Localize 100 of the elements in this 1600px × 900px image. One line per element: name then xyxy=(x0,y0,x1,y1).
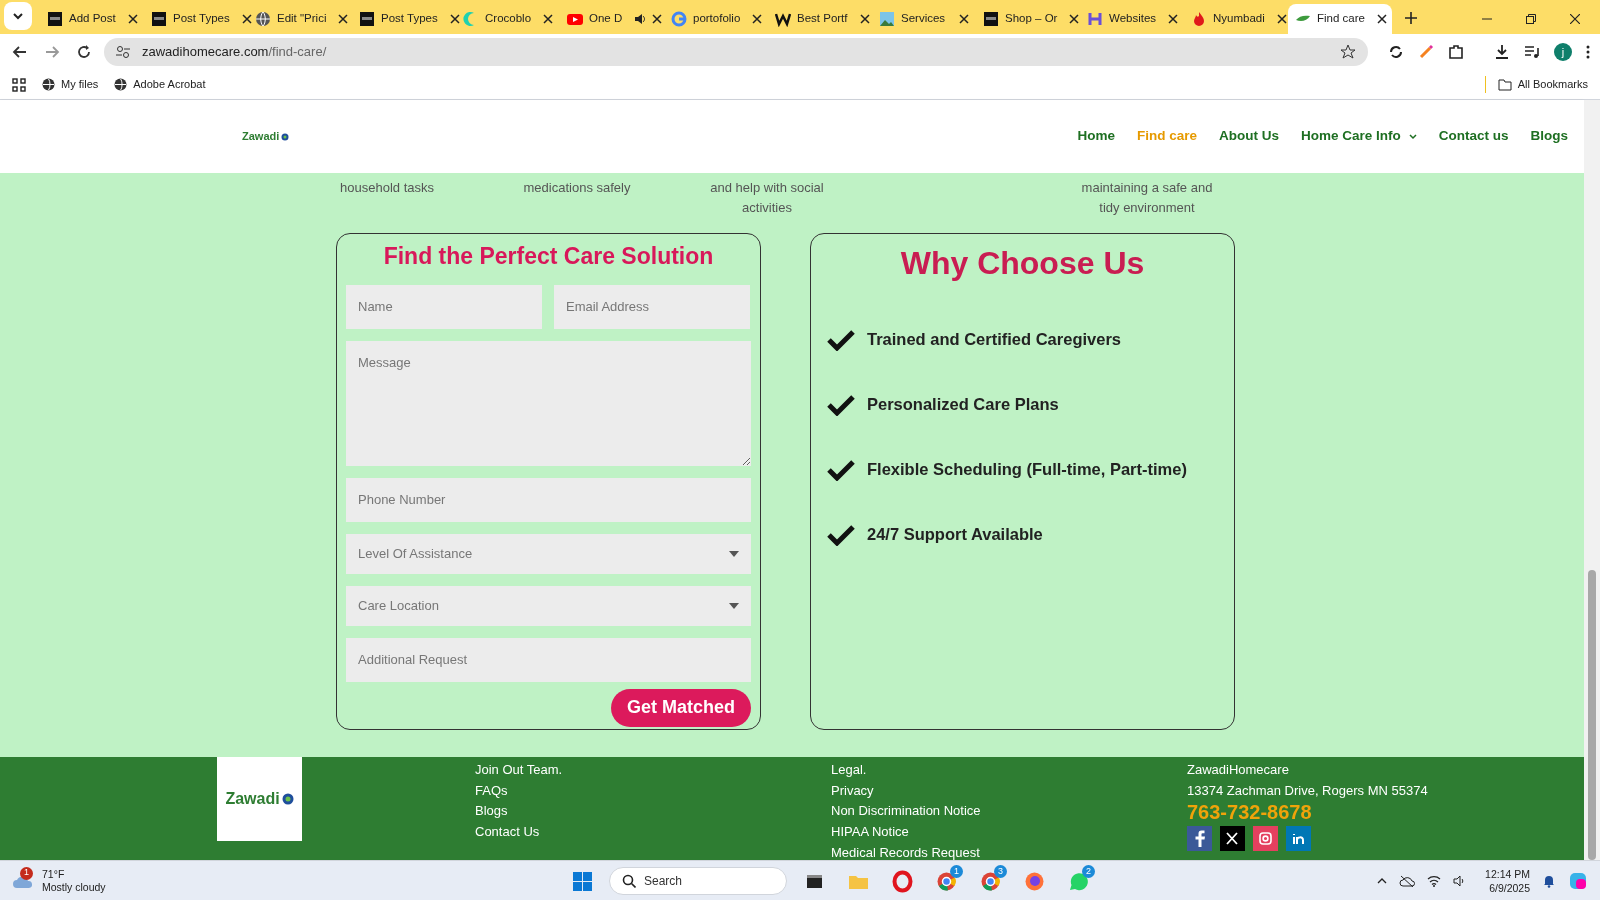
wifi-icon[interactable] xyxy=(1427,874,1442,887)
check-icon xyxy=(827,523,855,546)
taskbar-app[interactable]: 1 xyxy=(929,865,963,897)
input-field[interactable]: Email Address xyxy=(554,284,750,329)
close-icon[interactable] xyxy=(543,14,554,24)
profile-avatar[interactable]: j xyxy=(1554,43,1572,61)
chevron-up-icon[interactable] xyxy=(1377,877,1388,884)
notification-badge: 1 xyxy=(20,866,33,880)
nav-link[interactable]: Home xyxy=(1077,126,1115,147)
message-field[interactable]: Message xyxy=(346,340,751,466)
close-icon[interactable] xyxy=(1276,14,1287,24)
footer-link[interactable]: Medical Records Request xyxy=(831,842,1187,864)
nav-link[interactable]: Contact us xyxy=(1438,126,1509,147)
x-button[interactable] xyxy=(1220,826,1245,852)
check-icon xyxy=(827,328,855,351)
facebook-button[interactable] xyxy=(1187,826,1212,852)
copilot-icon[interactable] xyxy=(1568,870,1588,891)
footer-link[interactable]: HIPAA Notice xyxy=(831,822,1187,843)
more-icon[interactable] xyxy=(1586,44,1590,60)
browser-tab[interactable]: Services xyxy=(872,4,976,34)
service-description: medications safely xyxy=(522,179,632,197)
browser-tab[interactable]: portofolio xyxy=(664,4,768,34)
browser-tab[interactable]: Crocoblo xyxy=(456,4,560,34)
browser-tab[interactable]: One D xyxy=(560,4,664,34)
back-icon[interactable] xyxy=(12,44,28,60)
folder-icon xyxy=(1497,78,1512,91)
nav-link[interactable]: About Us xyxy=(1218,126,1279,147)
browser-tab[interactable]: Nyumbadi xyxy=(1184,4,1288,34)
input-field[interactable]: Name xyxy=(346,284,542,329)
extensions-icon[interactable] xyxy=(1448,44,1464,60)
browser-tab[interactable]: Find care xyxy=(1288,4,1392,34)
scrollbar[interactable] xyxy=(1584,100,1600,860)
restore-icon[interactable] xyxy=(1526,14,1536,24)
all-bookmarks[interactable]: All Bookmarks xyxy=(1484,76,1588,93)
media-icon[interactable] xyxy=(1524,44,1540,60)
cloud-off-icon[interactable] xyxy=(1399,874,1416,887)
taskbar-app[interactable]: 2 xyxy=(1061,865,1095,897)
dropdown-field[interactable]: Level Of Assistance xyxy=(346,533,751,574)
reload-icon[interactable] xyxy=(76,44,92,60)
footer-link[interactable]: Contact Us xyxy=(475,822,831,843)
footer-link[interactable]: Join Out Team. xyxy=(475,760,831,781)
dropdown-field[interactable]: Care Location xyxy=(346,585,751,626)
temperature-text: 71°F xyxy=(42,867,66,881)
volume-icon[interactable] xyxy=(1453,874,1466,887)
get-matched-button[interactable]: Get Matched xyxy=(610,688,751,727)
search-icon xyxy=(622,874,636,888)
close-icon[interactable] xyxy=(449,14,460,24)
footer-logo[interactable]: Zawadi xyxy=(217,757,302,841)
close-icon[interactable] xyxy=(1570,14,1580,24)
clock-date[interactable]: 6/9/2025 xyxy=(1489,880,1530,895)
browser-tab[interactable]: Post Types xyxy=(144,4,248,34)
url-text[interactable]: zawadihomecare.com/find-care/ xyxy=(142,42,1328,62)
bookmark[interactable]: Adobe Acrobat xyxy=(114,76,206,93)
footer-link[interactable]: Blogs xyxy=(475,801,831,823)
input-field[interactable]: Additional Request xyxy=(346,637,751,682)
close-icon[interactable] xyxy=(652,14,663,24)
star-icon[interactable] xyxy=(1340,44,1356,60)
close-icon[interactable] xyxy=(127,14,138,24)
feature-text: Trained and Certified Caregivers xyxy=(867,329,1121,351)
logo[interactable]: Zawadi xyxy=(242,128,290,145)
close-icon[interactable] xyxy=(1069,14,1080,24)
close-icon[interactable] xyxy=(1168,14,1179,24)
close-icon[interactable] xyxy=(959,14,969,24)
browser-tab[interactable]: Post Types xyxy=(352,4,456,34)
linkedin-button[interactable] xyxy=(1286,826,1311,852)
footer-link[interactable]: Privacy xyxy=(831,780,1187,802)
logo-emblem-icon xyxy=(281,793,294,805)
close-icon[interactable] xyxy=(752,14,763,24)
browser-tab[interactable]: Websites xyxy=(1080,4,1184,34)
close-icon[interactable] xyxy=(338,14,349,24)
play-icon xyxy=(567,11,583,27)
nav-link[interactable]: Home Care Info xyxy=(1300,126,1417,147)
pen-icon[interactable] xyxy=(1418,44,1434,60)
browser-tab[interactable]: Add Post xyxy=(40,4,144,34)
input-field[interactable]: Phone Number xyxy=(346,477,751,522)
taskbar-search[interactable]: Search xyxy=(609,867,787,895)
browser-tab[interactable]: Edit "Prici xyxy=(248,4,352,34)
nav-link[interactable]: Blogs xyxy=(1530,126,1568,147)
apps-icon[interactable] xyxy=(12,77,26,92)
taskbar-app[interactable]: 3 xyxy=(973,865,1007,897)
speaker-icon[interactable] xyxy=(634,13,647,25)
new-tab-icon[interactable] xyxy=(1404,11,1418,25)
site-settings-icon[interactable] xyxy=(116,45,130,59)
tab-list-icon[interactable] xyxy=(4,2,32,30)
close-icon[interactable] xyxy=(859,14,870,24)
sync-icon[interactable] xyxy=(1388,44,1404,60)
download-icon[interactable] xyxy=(1494,44,1510,60)
bookmark[interactable]: My files xyxy=(42,76,99,93)
close-icon[interactable] xyxy=(241,14,252,24)
browser-tab[interactable]: Best Portf xyxy=(768,4,872,34)
clock-time[interactable]: 12:14 PM xyxy=(1485,866,1530,881)
bell-icon[interactable] xyxy=(1542,873,1556,888)
instagram-button[interactable] xyxy=(1253,826,1278,852)
address-bar[interactable]: zawadihomecare.com/find-care/ xyxy=(104,38,1368,66)
footer-link[interactable]: Non Discrimination Notice xyxy=(831,801,1187,823)
footer-link[interactable]: Legal. xyxy=(831,760,1187,781)
browser-tab[interactable]: Shop – Or xyxy=(976,4,1080,34)
footer-link[interactable]: FAQs xyxy=(475,780,831,802)
close-icon[interactable] xyxy=(1376,14,1387,24)
facebook-icon xyxy=(1194,830,1205,848)
